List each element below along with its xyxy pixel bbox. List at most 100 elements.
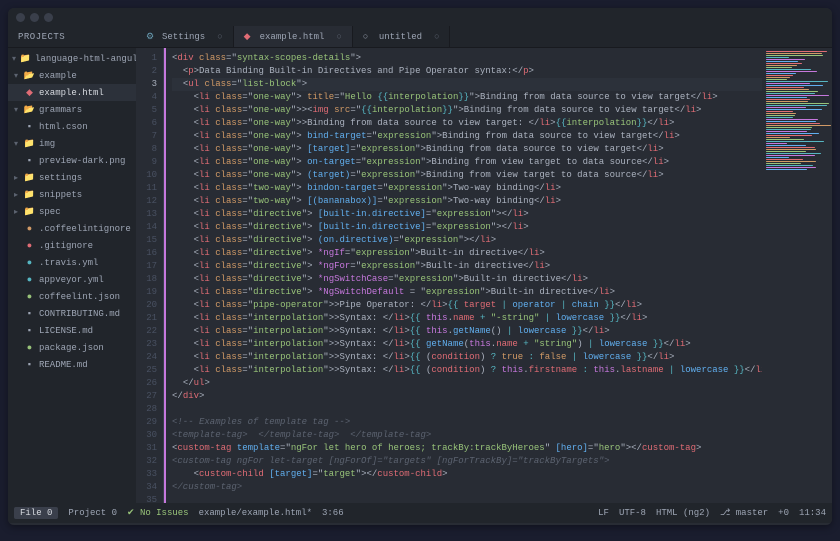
app-window: PROJECTS ⚙Settings○◆example.html○○untitl… [8, 8, 832, 525]
sidebar-item-label: html.cson [39, 122, 88, 132]
cyan-icon: ● [24, 257, 35, 268]
file-icon: ▪ [24, 325, 35, 336]
status-bar: File 0 Project 0 ✔ No Issues example/exa… [8, 503, 832, 523]
minimap[interactable] [762, 48, 832, 503]
sidebar-item-preview-dark-png[interactable]: ▪ preview-dark.png [8, 152, 136, 169]
cog-icon: ⚙ [146, 32, 156, 42]
file-icon: ▪ [24, 308, 35, 319]
sidebar-item-package-json[interactable]: ● package.json [8, 339, 136, 356]
traffic-light-min[interactable] [30, 13, 39, 22]
sidebar-item-label: .travis.yml [39, 258, 98, 268]
chevron-right-icon: ▸ [12, 191, 20, 199]
close-icon[interactable]: ○ [434, 32, 439, 42]
sidebar-item-label: appveyor.yml [39, 275, 104, 285]
status-diff: +0 [778, 508, 789, 518]
sidebar-item-settings[interactable]: ▸ 📁 settings [8, 169, 136, 186]
sidebar-item-label: language-html-angular [35, 54, 136, 64]
sidebar-item-label: grammars [39, 105, 82, 115]
green-icon: ● [24, 291, 35, 302]
folder-icon: 📁 [24, 172, 35, 183]
html-icon: ◆ [244, 32, 254, 42]
sidebar-item-label: spec [39, 207, 61, 217]
sidebar-item-label: LICENSE.md [39, 326, 93, 336]
top-bar: PROJECTS ⚙ Settings ○ ◆ example.html ○ ○ untitl… [8, 26, 832, 48]
folder-icon: 📁 [24, 138, 35, 149]
traffic-light-close[interactable] [16, 13, 25, 22]
sidebar-item-README-md[interactable]: ▪ README.md [8, 356, 136, 373]
status-time: 11:34 [799, 508, 826, 518]
sidebar-item-img[interactable]: ▾ 📁 img [8, 135, 136, 152]
cyan-icon: ● [24, 274, 35, 285]
file-icon: ▪ [24, 155, 35, 166]
sidebar: ▾📁language-html-angular▾📂example◆example… [8, 48, 136, 503]
tab-label: Settings [162, 32, 205, 42]
folder-icon: 📁 [24, 206, 35, 217]
tab-label: untitled [379, 32, 422, 42]
sidebar-item-label: .coffeelintignore [39, 224, 131, 234]
sidebar-item-label: settings [39, 173, 82, 183]
file-icon: ▪ [24, 121, 35, 132]
sidebar-item-label: example [39, 71, 77, 81]
ofold-icon: 📂 [24, 104, 35, 115]
folder-icon: 📁 [20, 53, 31, 64]
sidebar-item-snippets[interactable]: ▸ 📁 snippets [8, 186, 136, 203]
editor[interactable]: 1234567891011121314151617181920212223242… [136, 48, 832, 503]
sidebar-item-appveyor-yml[interactable]: ● appveyor.yml [8, 271, 136, 288]
sidebar-item-label: preview-dark.png [39, 156, 125, 166]
green-icon: ● [24, 342, 35, 353]
sidebar-item-language-html-angular[interactable]: ▾ 📁 language-html-angular [8, 50, 136, 67]
sidebar-item--coffeelintignore[interactable]: ● .coffeelintignore [8, 220, 136, 237]
close-icon[interactable]: ○ [217, 32, 222, 42]
file-icon: ○ [363, 32, 373, 42]
sidebar-item--travis-yml[interactable]: ● .travis.yml [8, 254, 136, 271]
status-encoding[interactable]: UTF-8 [619, 508, 646, 518]
chevron-down-icon: ▾ [12, 72, 20, 80]
titlebar [8, 8, 832, 26]
sidebar-item--gitignore[interactable]: ● .gitignore [8, 237, 136, 254]
tab-Settings[interactable]: ⚙ Settings ○ [136, 26, 234, 47]
chevron-down-icon: ▾ [12, 106, 20, 114]
sidebar-item-label: .gitignore [39, 241, 93, 251]
sidebar-item-label: coffeelint.json [39, 292, 120, 302]
status-file[interactable]: File 0 [14, 507, 58, 519]
red-icon: ● [24, 240, 35, 251]
status-cursor: 3:66 [322, 508, 344, 518]
sidebar-item-coffeelint-json[interactable]: ● coffeelint.json [8, 288, 136, 305]
chevron-right-icon: ▸ [12, 208, 20, 216]
status-language[interactable]: HTML (ng2) [656, 508, 710, 518]
status-issues[interactable]: ✔ No Issues [127, 508, 189, 518]
code-area[interactable]: <div class="syntax-scopes-details"> <p>D… [164, 48, 762, 503]
tab-example-html[interactable]: ◆ example.html ○ [234, 26, 353, 47]
sidebar-item-CONTRIBUTING-md[interactable]: ▪ CONTRIBUTING.md [8, 305, 136, 322]
folder-icon: 📁 [24, 189, 35, 200]
chevron-right-icon: ▸ [12, 174, 20, 182]
close-icon[interactable]: ○ [336, 32, 341, 42]
status-path: example/example.html* [199, 508, 312, 518]
sidebar-item-grammars[interactable]: ▾ 📂 grammars [8, 101, 136, 118]
sidebar-item-label: README.md [39, 360, 88, 370]
file-icon: ▪ [24, 359, 35, 370]
sidebar-item-label: img [39, 139, 55, 149]
sidebar-item-html-cson[interactable]: ▪ html.cson [8, 118, 136, 135]
status-branch[interactable]: ⎇ master [720, 508, 768, 518]
chevron-down-icon: ▾ [12, 140, 20, 148]
sidebar-item-label: CONTRIBUTING.md [39, 309, 120, 319]
line-gutter: 1234567891011121314151617181920212223242… [136, 48, 164, 503]
tab-untitled[interactable]: ○ untitled ○ [353, 26, 451, 47]
orange-icon: ● [24, 223, 35, 234]
sidebar-item-spec[interactable]: ▸ 📁 spec [8, 203, 136, 220]
sidebar-item-example[interactable]: ▾ 📂 example [8, 67, 136, 84]
status-lf[interactable]: LF [598, 508, 609, 518]
main-body: ▾📁language-html-angular▾📂example◆example… [8, 48, 832, 503]
sidebar-item-LICENSE-md[interactable]: ▪ LICENSE.md [8, 322, 136, 339]
chevron-down-icon: ▾ [12, 55, 16, 63]
tab-label: example.html [260, 32, 325, 42]
traffic-light-max[interactable] [44, 13, 53, 22]
status-project[interactable]: Project 0 [68, 508, 117, 518]
sidebar-item-label: snippets [39, 190, 82, 200]
ofold-icon: 📂 [24, 70, 35, 81]
sidebar-item-label: package.json [39, 343, 104, 353]
sidebar-item-example-html[interactable]: ◆example.html [8, 84, 136, 101]
projects-label: PROJECTS [8, 26, 136, 47]
html-icon: ◆ [24, 87, 35, 98]
